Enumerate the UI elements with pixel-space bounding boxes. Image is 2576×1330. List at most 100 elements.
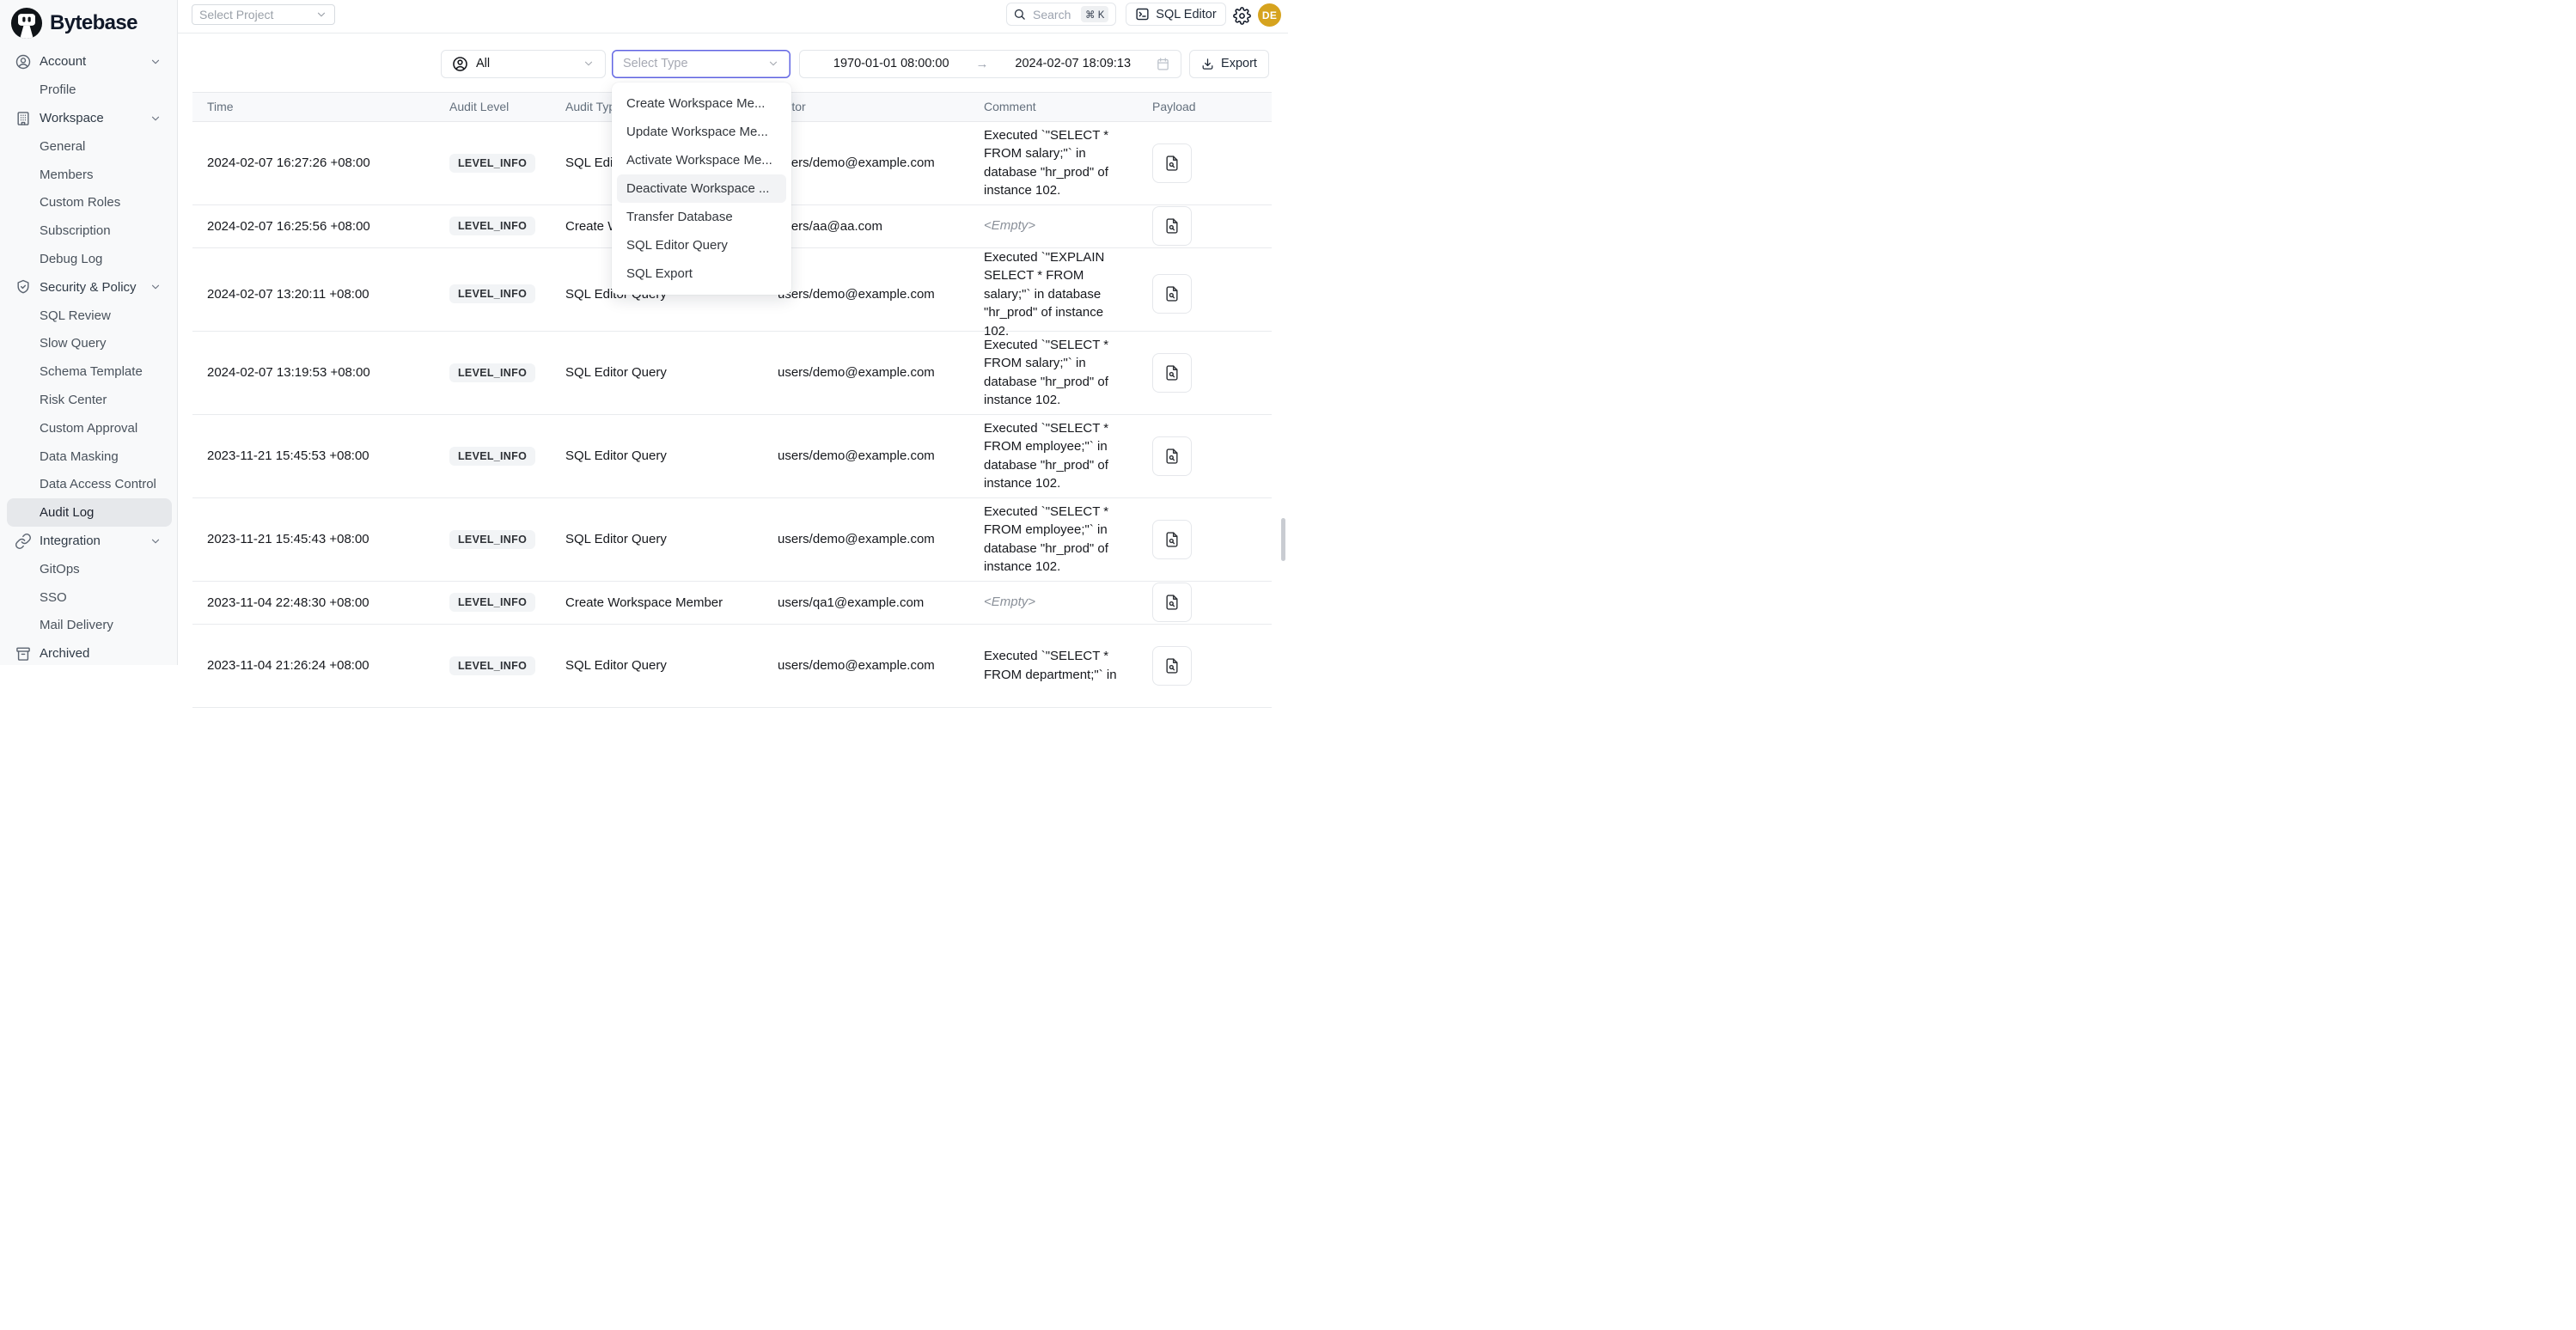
type-menu-item[interactable]: SQL Export — [617, 259, 786, 288]
payload-view-button[interactable] — [1152, 436, 1192, 476]
terminal-icon — [1135, 7, 1150, 21]
col-header-audit-level: Audit Level — [435, 100, 551, 113]
sidebar-item-security-policy[interactable]: Security & Policy — [7, 273, 172, 302]
sidebar-item-data-access-control[interactable]: Data Access Control — [7, 471, 172, 499]
sidebar-item-sso[interactable]: SSO — [7, 583, 172, 612]
avatar-initials: DE — [1262, 9, 1277, 21]
sidebar-item-debug-log[interactable]: Debug Log — [7, 245, 172, 273]
audit-type: SQL Editor Query — [551, 532, 763, 546]
shield-check-icon — [15, 278, 32, 296]
type-filter-select[interactable]: Select Type — [612, 50, 791, 78]
table-row[interactable]: 2023-11-04 21:26:24 +08:00 LEVEL_INFO SQ… — [192, 625, 1272, 708]
payload-view-button[interactable] — [1152, 583, 1192, 622]
audit-comment: Executed `"SELECT * FROM employee;"` in … — [984, 419, 1132, 493]
type-menu-item[interactable]: Activate Workspace Me... — [617, 146, 786, 174]
sidebar-item-risk-center[interactable]: Risk Center — [7, 386, 172, 414]
archive-icon — [15, 645, 32, 662]
sidebar-item-label: Account — [40, 54, 86, 69]
table-row[interactable]: 2023-11-21 15:45:53 +08:00 LEVEL_INFO SQ… — [192, 415, 1272, 498]
sidebar-item-slow-query[interactable]: Slow Query — [7, 330, 172, 358]
export-label: Export — [1221, 57, 1257, 70]
sidebar-item-label: Debug Log — [40, 252, 102, 266]
payload-view-button[interactable] — [1152, 353, 1192, 393]
payload-view-button[interactable] — [1152, 520, 1192, 559]
file-search-icon — [1163, 217, 1181, 235]
scrollbar-thumb[interactable] — [1281, 518, 1285, 561]
link-icon — [15, 533, 32, 550]
audit-level-badge: LEVEL_INFO — [449, 284, 535, 303]
sidebar-item-members[interactable]: Members — [7, 161, 172, 189]
sql-editor-button[interactable]: SQL Editor — [1126, 3, 1226, 26]
sidebar-item-account[interactable]: Account — [7, 48, 172, 76]
audit-comment: Executed `"SELECT * FROM salary;"` in da… — [984, 126, 1132, 200]
sidebar-item-label: Slow Query — [40, 336, 107, 351]
file-search-icon — [1163, 594, 1181, 611]
audit-level-badge: LEVEL_INFO — [449, 530, 535, 549]
brand-name: Bytebase — [50, 11, 137, 35]
date-start-value[interactable]: 1970-01-01 08:00:00 — [810, 57, 973, 70]
table-row[interactable]: 2024-02-07 13:19:53 +08:00 LEVEL_INFO SQ… — [192, 332, 1272, 415]
sidebar-item-label: Subscription — [40, 223, 111, 238]
settings-gear-icon[interactable] — [1233, 7, 1251, 25]
chevron-down-icon — [150, 281, 162, 293]
audit-actor: users/demo@example.com — [763, 287, 969, 302]
payload-view-button[interactable] — [1152, 143, 1192, 183]
sidebar-item-data-masking[interactable]: Data Masking — [7, 442, 172, 471]
brand-logo[interactable]: Bytebase — [0, 0, 177, 46]
sidebar-item-schema-template[interactable]: Schema Template — [7, 357, 172, 386]
avatar[interactable]: DE — [1258, 3, 1281, 27]
project-select[interactable]: Select Project — [192, 4, 335, 25]
audit-comment: Executed `"EXPLAIN SELECT * FROM salary;… — [984, 248, 1132, 341]
sql-editor-label: SQL Editor — [1156, 8, 1216, 21]
audit-comment: <Empty> — [984, 593, 1132, 612]
chevron-down-icon — [150, 113, 162, 125]
sidebar-item-subscription[interactable]: Subscription — [7, 217, 172, 245]
audit-actor: users/demo@example.com — [763, 448, 969, 463]
actor-filter-select[interactable]: All — [441, 50, 606, 78]
sidebar-item-workspace[interactable]: Workspace — [7, 104, 172, 132]
sidebar-item-label: Schema Template — [40, 364, 143, 379]
export-button[interactable]: Export — [1189, 50, 1269, 78]
sidebar-item-label: General — [40, 139, 85, 154]
search-box[interactable]: ⌘ K — [1006, 3, 1116, 26]
download-icon — [1201, 58, 1214, 70]
sidebar-item-gitops[interactable]: GitOps — [7, 555, 172, 583]
sidebar-item-label: Custom Roles — [40, 195, 120, 210]
sidebar-item-archived[interactable]: Archived — [7, 639, 172, 665]
sidebar-item-label: Custom Approval — [40, 421, 137, 436]
sidebar-item-mail-delivery[interactable]: Mail Delivery — [7, 612, 172, 640]
type-menu-item[interactable]: SQL Editor Query — [617, 231, 786, 259]
payload-view-button[interactable] — [1152, 274, 1192, 314]
col-header-time: Time — [192, 100, 435, 113]
sidebar-nav: Account Profile Workspace General Member… — [0, 48, 177, 665]
sidebar-item-audit-log[interactable]: Audit Log — [7, 498, 172, 527]
type-menu-item[interactable]: Transfer Database — [617, 203, 786, 231]
audit-actor: users/demo@example.com — [763, 658, 969, 673]
sidebar-item-custom-approval[interactable]: Custom Approval — [7, 414, 172, 442]
sidebar-item-integration[interactable]: Integration — [7, 527, 172, 555]
type-menu-item[interactable]: Create Workspace Me... — [617, 89, 786, 118]
table-row[interactable]: 2023-11-21 15:45:43 +08:00 LEVEL_INFO SQ… — [192, 498, 1272, 582]
sidebar-item-sql-review[interactable]: SQL Review — [7, 302, 172, 330]
date-end-value[interactable]: 2024-02-07 18:09:13 — [992, 57, 1155, 70]
type-filter-dropdown: Create Workspace Me... Update Workspace … — [612, 82, 791, 295]
audit-level-badge: LEVEL_INFO — [449, 363, 535, 382]
sidebar-item-custom-roles[interactable]: Custom Roles — [7, 189, 172, 217]
type-menu-item[interactable]: Update Workspace Me... — [617, 118, 786, 146]
file-search-icon — [1163, 155, 1181, 172]
sidebar-item-profile[interactable]: Profile — [7, 76, 172, 104]
audit-level-badge: LEVEL_INFO — [449, 447, 535, 466]
audit-type: SQL Editor Query — [551, 365, 763, 380]
search-shortcut-badge: ⌘ K — [1081, 6, 1108, 22]
sidebar-item-general[interactable]: General — [7, 132, 172, 161]
user-circle-icon — [15, 53, 32, 70]
table-row[interactable]: 2023-11-04 22:48:30 +08:00 LEVEL_INFO Cr… — [192, 582, 1272, 625]
payload-view-button[interactable] — [1152, 206, 1192, 246]
sidebar-item-label: Data Masking — [40, 449, 119, 464]
audit-comment: Executed `"SELECT * FROM department;"` i… — [984, 647, 1132, 684]
main-content: Select Project ⌘ K SQL Editor DE All Sel… — [178, 0, 1288, 665]
date-range-picker[interactable]: 1970-01-01 08:00:00 → 2024-02-07 18:09:1… — [799, 50, 1181, 78]
type-menu-item-highlighted[interactable]: Deactivate Workspace ... — [617, 174, 786, 203]
search-input[interactable] — [1031, 7, 1076, 22]
payload-view-button[interactable] — [1152, 646, 1192, 686]
